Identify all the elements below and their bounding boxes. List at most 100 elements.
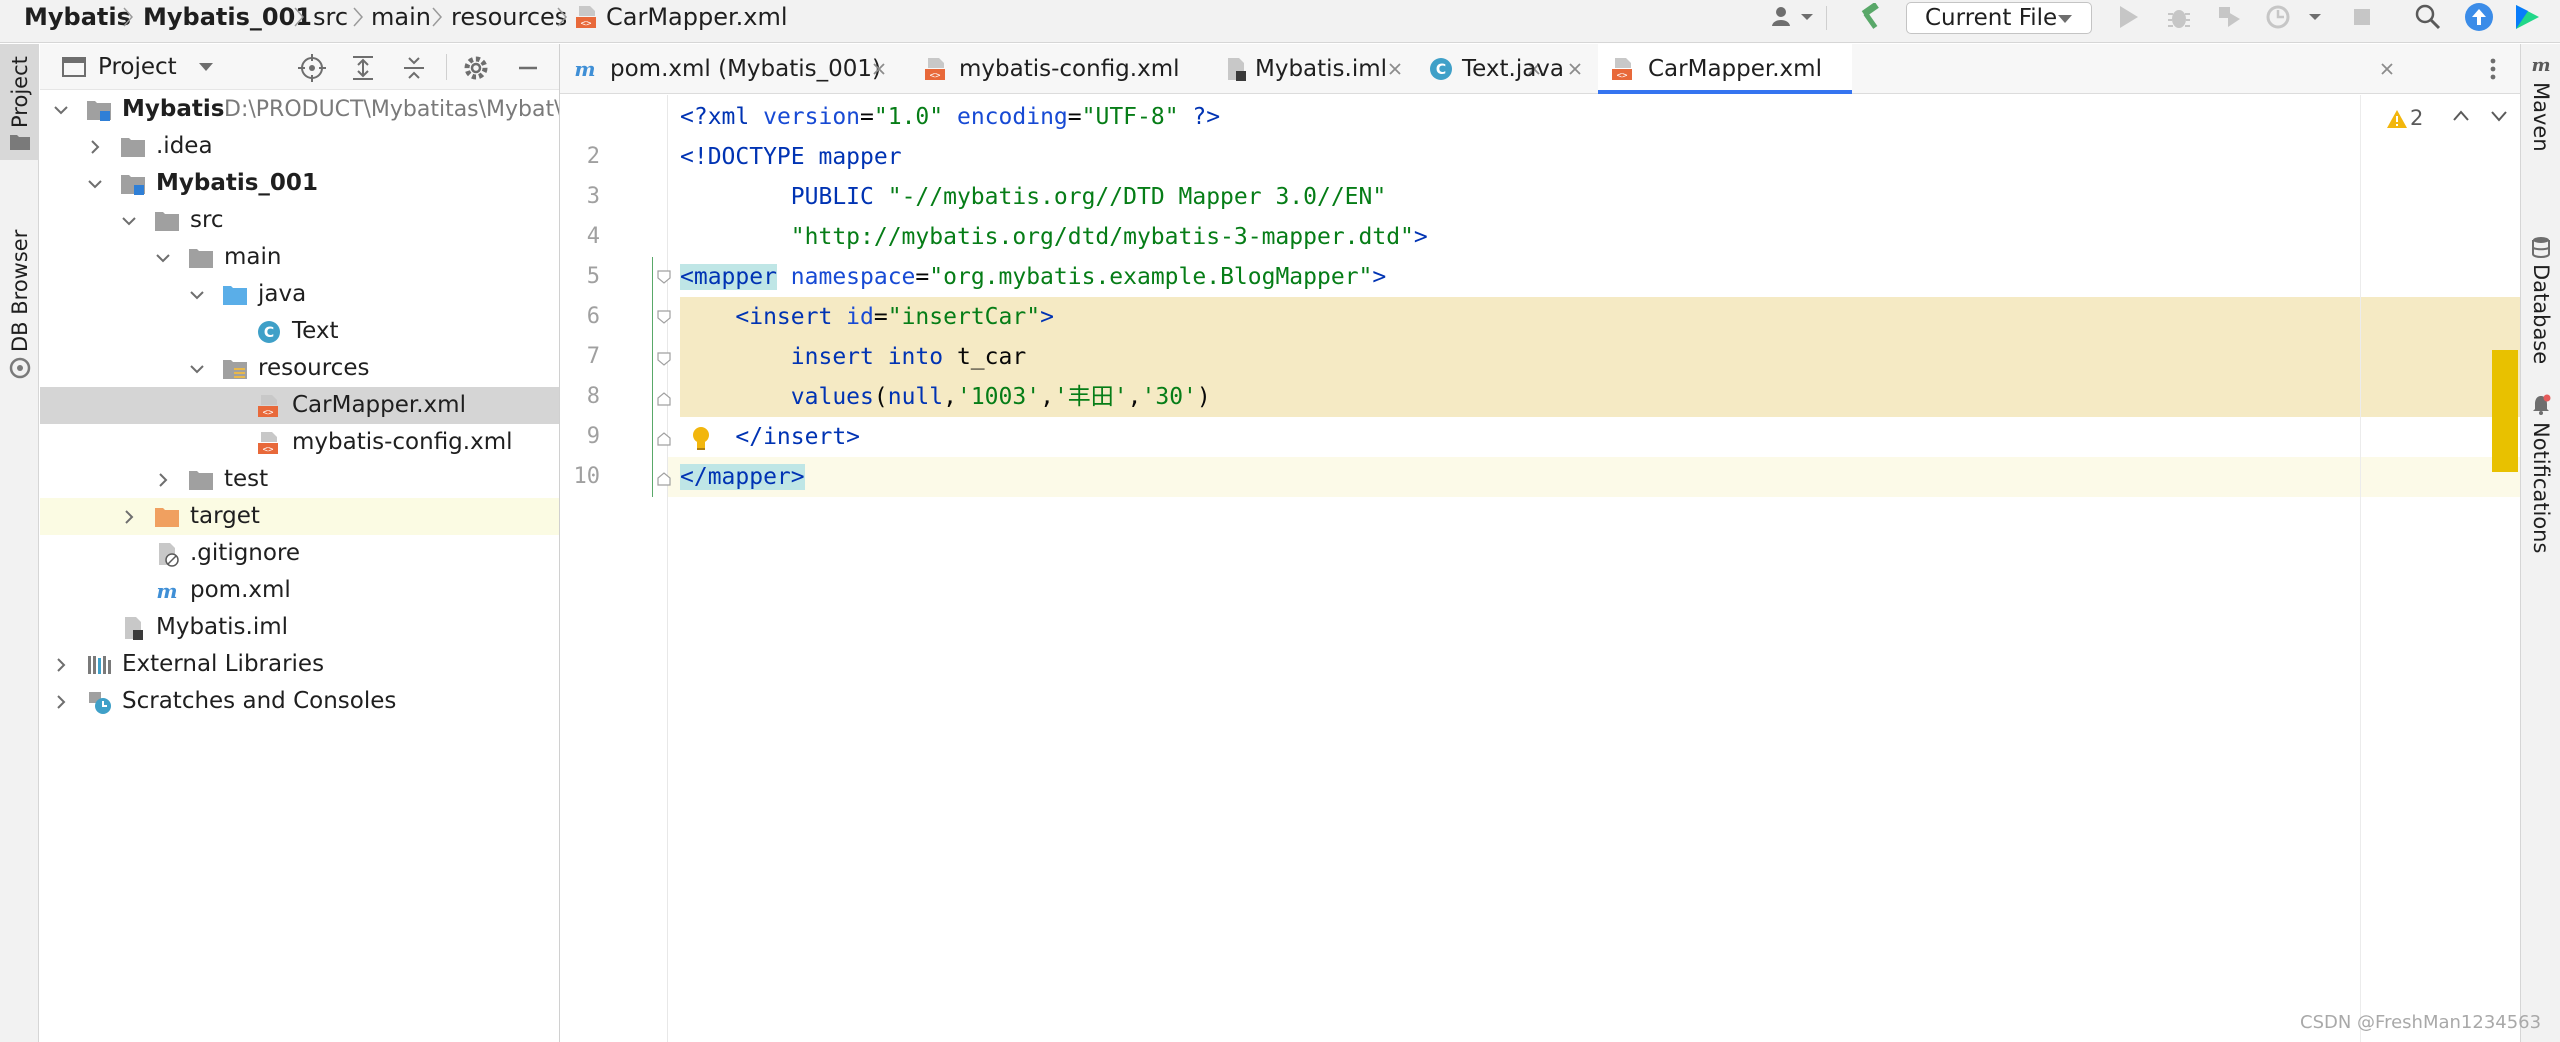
svg-text:m: m bbox=[574, 57, 595, 81]
locate-file-icon[interactable] bbox=[298, 54, 326, 82]
chevron-right-icon[interactable] bbox=[52, 693, 70, 711]
navigation-bar: Mybatis Mybatis_001 src main resources <… bbox=[0, 0, 2560, 43]
line-number: 9 bbox=[586, 424, 600, 449]
breadcrumb-main[interactable]: main bbox=[371, 0, 431, 34]
search-icon[interactable] bbox=[2414, 3, 2442, 31]
debug-icon[interactable] bbox=[2166, 4, 2192, 30]
fold-close-icon[interactable] bbox=[656, 471, 672, 487]
expand-all-icon[interactable] bbox=[349, 54, 377, 82]
chevron-down-icon[interactable] bbox=[2308, 12, 2322, 22]
breadcrumb-project[interactable]: Mybatis bbox=[24, 0, 131, 34]
close-icon[interactable] bbox=[1568, 62, 1582, 76]
tree-item-mybatis-iml[interactable]: Mybatis.iml bbox=[40, 609, 559, 646]
chevron-down-icon[interactable] bbox=[2490, 109, 2508, 123]
code-editor[interactable]: 2 3 4 5 6 7 8 9 10 <?xml version="1.0" e… bbox=[560, 95, 2520, 1042]
user-icon[interactable] bbox=[1770, 4, 1796, 30]
fold-close-icon[interactable] bbox=[656, 431, 672, 447]
breadcrumb-src[interactable]: src bbox=[313, 0, 348, 34]
fold-open-icon[interactable] bbox=[656, 351, 672, 367]
coverage-icon[interactable] bbox=[2216, 4, 2242, 30]
tree-item-main[interactable]: main bbox=[40, 239, 559, 276]
database-tool-button[interactable]: Database bbox=[2521, 194, 2560, 364]
fold-open-icon[interactable] bbox=[656, 269, 672, 285]
run-icon[interactable] bbox=[2116, 4, 2140, 30]
collapse-all-icon[interactable] bbox=[400, 54, 428, 82]
tree-item-external-libraries[interactable]: External Libraries bbox=[40, 646, 559, 683]
chevron-down-icon[interactable] bbox=[154, 249, 172, 267]
chevron-right-icon[interactable] bbox=[120, 508, 138, 526]
fold-open-icon[interactable] bbox=[656, 309, 672, 325]
xml-file-icon: <> bbox=[576, 6, 596, 29]
tab-mybatis-config-xml[interactable]: <> mybatis-config.xml bbox=[915, 44, 1540, 94]
code-token: = bbox=[1067, 104, 1082, 130]
close-icon[interactable] bbox=[872, 62, 886, 76]
tree-item-mybatis[interactable]: Mybatis D:\PRODUCT\Mybatitas\Mybat\Mybat… bbox=[40, 91, 647, 128]
folder-icon bbox=[155, 212, 179, 231]
tab-mybatis-iml[interactable]: Mybatis.iml bbox=[1215, 44, 1455, 94]
notifications-tool-button[interactable]: Notifications bbox=[2521, 344, 2560, 564]
chevron-down-icon[interactable] bbox=[188, 360, 206, 378]
chevron-down-icon[interactable] bbox=[86, 175, 104, 193]
tree-item-mybatis-config-xml[interactable]: <> mybatis-config.xml bbox=[40, 424, 559, 461]
build-hammer-icon[interactable] bbox=[1856, 3, 1884, 31]
profile-icon[interactable] bbox=[2266, 4, 2292, 30]
warning-count[interactable]: 2 bbox=[2410, 103, 2423, 133]
project-tool-button[interactable]: Project bbox=[0, 44, 39, 160]
chevron-down-icon[interactable] bbox=[1800, 12, 1814, 22]
tree-item-text[interactable]: C Text bbox=[40, 313, 559, 350]
maven-tool-button[interactable]: m Maven bbox=[2521, 54, 2560, 194]
tree-item-label: target bbox=[190, 503, 260, 529]
tree-item-pom-xml[interactable]: m pom.xml bbox=[40, 572, 559, 609]
tree-item-gitignore[interactable]: .gitignore bbox=[40, 535, 559, 572]
db-browser-tool-button[interactable]: DB Browser bbox=[0, 194, 39, 384]
tree-item-scratches[interactable]: Scratches and Consoles bbox=[40, 683, 559, 720]
breadcrumb-module[interactable]: Mybatis_001 bbox=[143, 0, 312, 34]
tree-item-label: Mybatis.iml bbox=[156, 614, 289, 640]
tab-pom-xml[interactable]: m pom.xml (Mybatis_001) bbox=[560, 44, 893, 94]
breadcrumb-resources[interactable]: resources bbox=[451, 0, 567, 34]
jetbrains-logo-icon[interactable] bbox=[2512, 2, 2542, 32]
gitignore-file-icon bbox=[159, 543, 179, 567]
breadcrumb-file[interactable]: CarMapper.xml bbox=[606, 0, 788, 34]
tree-item-java[interactable]: java bbox=[40, 276, 559, 313]
project-panel-title[interactable]: Project bbox=[98, 44, 177, 90]
chevron-down-icon[interactable] bbox=[120, 212, 138, 230]
line-number: 10 bbox=[573, 464, 601, 489]
run-configuration-selector[interactable]: Current File bbox=[1906, 2, 2092, 34]
tree-item-target[interactable]: target bbox=[40, 498, 559, 535]
minimize-icon[interactable] bbox=[514, 54, 542, 82]
tree-item-idea[interactable]: .idea bbox=[40, 128, 559, 165]
chevron-right-icon[interactable] bbox=[86, 138, 104, 156]
chevron-right-icon[interactable] bbox=[154, 471, 172, 489]
chevron-right-icon[interactable] bbox=[52, 656, 70, 674]
tree-item-label: Mybatis_001 bbox=[156, 170, 318, 196]
stop-icon[interactable] bbox=[2350, 5, 2374, 29]
update-icon[interactable] bbox=[2464, 2, 2494, 32]
chevron-down-icon[interactable] bbox=[198, 62, 214, 72]
warning-icon[interactable] bbox=[2386, 109, 2408, 129]
close-icon[interactable] bbox=[2380, 62, 2394, 76]
tab-carmapper-xml[interactable]: <> CarMapper.xml bbox=[1598, 44, 2393, 94]
tree-item-resources[interactable]: resources bbox=[40, 350, 559, 387]
tree-item-mybatis-001[interactable]: Mybatis_001 bbox=[40, 165, 559, 202]
tree-item-src[interactable]: src bbox=[40, 202, 559, 239]
code-token: , bbox=[1127, 384, 1142, 410]
code-token: t_car bbox=[956, 344, 1027, 370]
close-icon[interactable] bbox=[1388, 62, 1402, 76]
svg-text:<>: <> bbox=[930, 71, 941, 81]
tree-item-test[interactable]: test bbox=[40, 461, 559, 498]
code-line-10: </mapper> bbox=[680, 457, 805, 497]
tab-label: Mybatis.iml bbox=[1255, 56, 1388, 82]
tree-item-carmapper-xml[interactable]: <> CarMapper.xml bbox=[40, 387, 559, 424]
gear-icon[interactable] bbox=[462, 54, 490, 82]
chevron-down-icon[interactable] bbox=[52, 101, 70, 119]
chevron-down-icon[interactable] bbox=[188, 286, 206, 304]
error-stripe-marker[interactable] bbox=[2492, 350, 2518, 472]
editor-tab-bar: m pom.xml (Mybatis_001) <> mybatis-confi… bbox=[560, 44, 2520, 94]
more-options-icon[interactable] bbox=[2486, 56, 2500, 82]
fold-close-icon[interactable] bbox=[656, 391, 672, 407]
excluded-folder-icon bbox=[155, 508, 179, 527]
editor-gutter[interactable]: 2 3 4 5 6 7 8 9 10 bbox=[560, 95, 668, 1042]
svg-text:<>: <> bbox=[263, 408, 274, 418]
chevron-up-icon[interactable] bbox=[2452, 109, 2470, 123]
